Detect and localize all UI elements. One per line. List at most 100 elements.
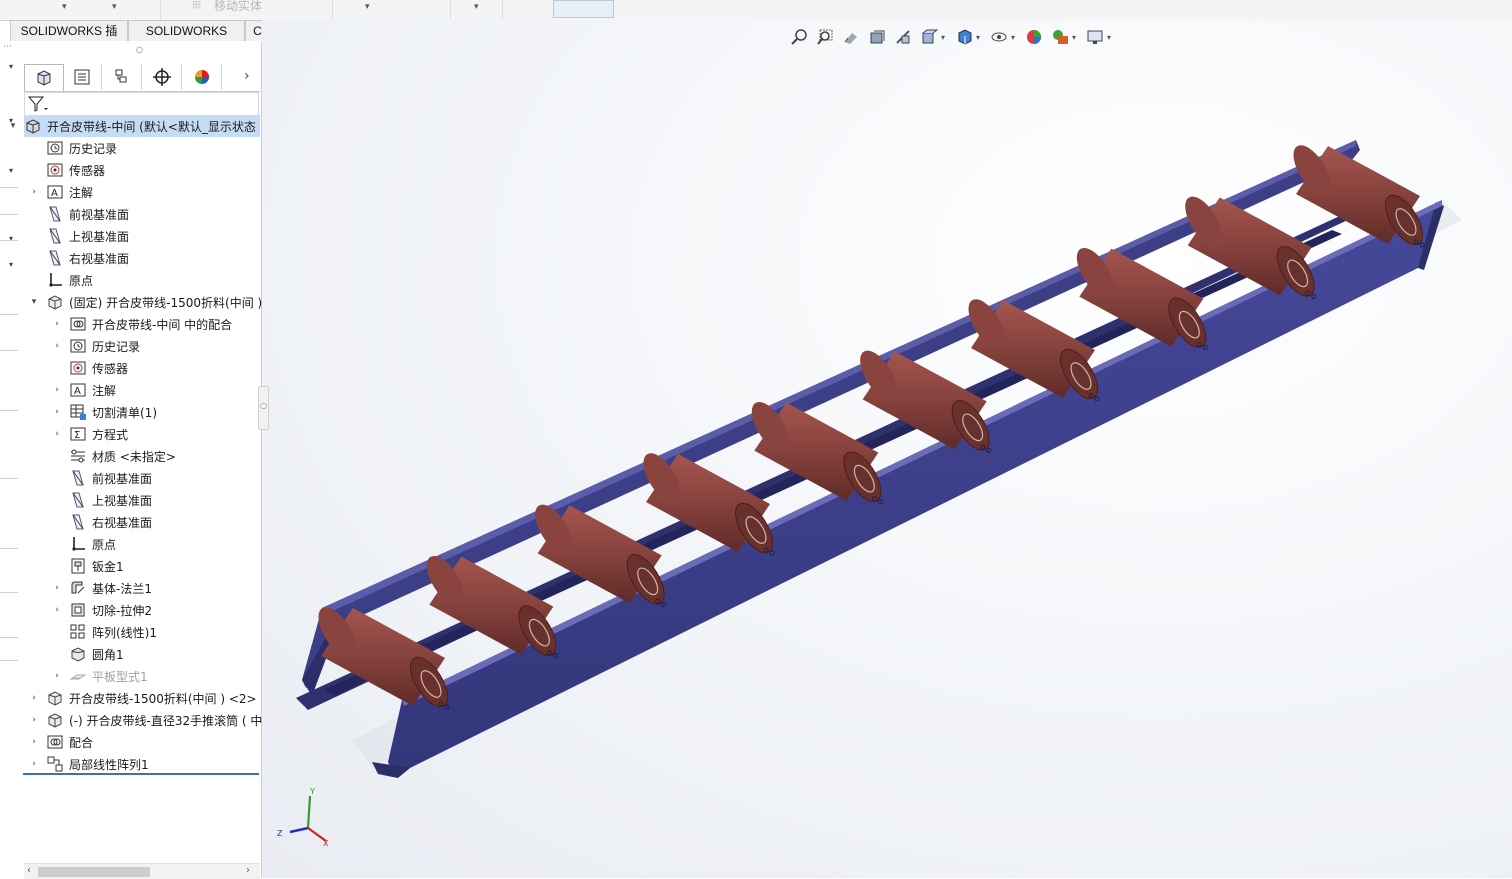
tree-root-assembly[interactable]: ▾ 开合皮带线-中间 (默认<默认_显示状态 (11, 115, 260, 137)
tree-item-part-sensors[interactable]: 传感器 (69, 357, 128, 379)
tree-item-mates-in-assembly[interactable]: › 开合皮带线-中间 中的配合 (55, 313, 232, 335)
horizontal-scrollbar[interactable]: ‹ › (24, 863, 260, 879)
tree-item-material[interactable]: 材质 <未指定> (69, 445, 176, 467)
tree-item-label: 钣金1 (92, 559, 124, 574)
tree-item-label: 阵列(线性)1 (92, 625, 157, 640)
tree-item-local-linear-pattern[interactable]: › 局部线性阵列1 (32, 753, 149, 775)
tree-item-cut-list[interactable]: › 切割清单(1) (55, 401, 157, 423)
tab-featuremanager[interactable] (24, 64, 64, 91)
tree-item-part-1500-instance-2[interactable]: › 开合皮带线-1500折料(中间 ) <2> (32, 687, 257, 709)
expand-arrow-icon[interactable]: › (52, 385, 62, 395)
tree-filter[interactable] (24, 92, 259, 116)
dropdown-caret-icon[interactable]: ▾ (112, 2, 117, 12)
tree-item-base-flange[interactable]: › 基体-法兰1 (55, 577, 152, 599)
tab-solidworks-mbd[interactable]: SOLIDWORKS MBD (128, 20, 245, 59)
dropdown-caret-icon[interactable]: ▾ (365, 2, 370, 12)
conveyor-model[interactable] (262, 20, 1512, 878)
coordinate-triad: Y X Z (277, 787, 329, 848)
collapse-arrow-icon[interactable]: ▾ (29, 297, 39, 307)
view-settings-icon[interactable] (1084, 27, 1106, 47)
tree-item-top-plane[interactable]: 上视基准面 (46, 225, 129, 247)
dropdown-caret-icon[interactable]: ▾ (62, 2, 67, 12)
tree-item-history[interactable]: 历史记录 (46, 137, 117, 159)
dropdown-caret-icon[interactable]: ▾ (1011, 33, 1019, 42)
edit-appearance-icon[interactable] (1023, 27, 1045, 47)
tree-item-fixed-part-1500[interactable]: ▾ (固定) 开合皮带线-1500折料(中间 ) (32, 291, 262, 313)
display-style-icon[interactable] (953, 27, 975, 47)
expand-arrow-icon[interactable]: ▾ (9, 234, 13, 243)
plane-icon (46, 205, 64, 223)
hide-show-items-icon[interactable] (988, 27, 1010, 47)
expand-arrow-icon[interactable]: › (52, 429, 62, 439)
collapse-arrow-icon[interactable]: ▾ (8, 121, 18, 131)
dropdown-caret-icon[interactable]: ▾ (976, 33, 984, 42)
tree-item-part-front-plane[interactable]: 前视基准面 (69, 467, 152, 489)
tab-propertymanager[interactable] (63, 64, 102, 90)
tree-item-fillet[interactable]: 圆角1 (69, 643, 124, 665)
tree-item-part-history[interactable]: › 历史记录 (55, 335, 140, 357)
tree-item-label: 平板型式1 (92, 669, 148, 684)
tree-item-linear-pattern[interactable]: 阵列(线性)1 (69, 621, 157, 643)
graphics-area[interactable]: ▾ ▾ ▾ ▾ ▾ Y X Z (262, 20, 1512, 878)
expand-arrow-icon[interactable]: › (52, 605, 62, 615)
tree-item-equations[interactable]: › Σ 方程式 (55, 423, 128, 445)
tree-item-mates[interactable]: › 配合 (32, 731, 93, 753)
tab-dimxpert[interactable] (143, 64, 182, 90)
dropdown-caret-icon[interactable]: ▾ (941, 33, 949, 42)
expand-arrow-icon[interactable]: › (29, 693, 39, 703)
expand-arrow-icon[interactable]: › (52, 319, 62, 329)
rollback-bar[interactable] (23, 773, 259, 775)
tree-item-roller-subassembly[interactable]: › (-) 开合皮带线-直径32手推滚筒 ( 中 (32, 709, 262, 731)
tab-displaymanager[interactable] (183, 64, 222, 90)
tree-item-cut-extrude[interactable]: › 切除-拉伸2 (55, 599, 152, 621)
tree-item-origin[interactable]: 原点 (46, 269, 93, 291)
expand-arrow-icon[interactable]: › (29, 759, 39, 769)
tree-item-sheet-metal[interactable]: 钣金1 (69, 555, 124, 577)
fillet-icon (69, 645, 87, 663)
scroll-left-icon[interactable]: ‹ (27, 865, 31, 876)
axis-z-label: Z (277, 829, 283, 838)
part-icon (46, 689, 64, 707)
expand-arrow-icon[interactable]: › (29, 737, 39, 747)
tree-item-right-plane[interactable]: 右视基准面 (46, 247, 129, 269)
section-view-icon[interactable] (866, 27, 888, 47)
tree-item-annotations[interactable]: › A 注解 (32, 181, 93, 203)
apply-scene-icon[interactable] (1049, 27, 1071, 47)
tab-configurationmanager[interactable] (103, 64, 142, 90)
ribbon-selected-box[interactable] (553, 0, 614, 18)
dynamic-annotation-icon[interactable] (892, 27, 914, 47)
dropdown-caret-icon[interactable]: ▾ (1107, 33, 1115, 42)
tree-item-flat-pattern[interactable]: › 平板型式1 (55, 665, 148, 687)
panel-grip-icon[interactable]: ○ (136, 45, 143, 54)
scrollbar-thumb[interactable] (38, 867, 150, 877)
expand-arrow-icon[interactable]: ▾ (9, 62, 13, 71)
zoom-to-area-icon[interactable] (814, 27, 836, 47)
dropdown-caret-icon[interactable]: ▾ (1072, 33, 1080, 42)
chevron-right-icon[interactable]: › (244, 68, 250, 84)
tree-item-part-top-plane[interactable]: 上视基准面 (69, 489, 152, 511)
expand-arrow-icon[interactable]: › (29, 187, 39, 197)
heads-up-toolbar: ▾ ▾ ▾ ▾ ▾ (788, 26, 1115, 48)
dropdown-caret-icon[interactable]: ▾ (474, 2, 479, 12)
tree-item-part-annotations[interactable]: › A 注解 (55, 379, 116, 401)
tab-solidworks-addins[interactable]: SOLIDWORKS 插件 (10, 20, 128, 59)
tree-item-sensors[interactable]: 传感器 (46, 159, 105, 181)
expand-arrow-icon[interactable]: › (52, 671, 62, 681)
view-orientation-icon[interactable] (918, 27, 940, 47)
tree-item-part-right-plane[interactable]: 右视基准面 (69, 511, 152, 533)
plane-icon (69, 469, 87, 487)
expand-arrow-icon[interactable]: ▾ (9, 260, 13, 269)
previous-view-icon[interactable] (840, 27, 862, 47)
zoom-to-fit-icon[interactable] (788, 27, 810, 47)
expand-arrow-icon[interactable]: › (29, 715, 39, 725)
expand-arrow-icon[interactable]: ▾ (9, 166, 13, 175)
expand-arrow-icon[interactable]: › (52, 583, 62, 593)
expand-arrow-icon[interactable]: › (52, 407, 62, 417)
panel-splitter[interactable]: ○ (258, 386, 269, 430)
move-body-button[interactable]: 移动实体 (214, 0, 262, 14)
tree-item-part-origin[interactable]: 原点 (69, 533, 116, 555)
move-body-icon: ⊞ (192, 0, 202, 11)
expand-arrow-icon[interactable]: › (52, 341, 62, 351)
tree-item-front-plane[interactable]: 前视基准面 (46, 203, 129, 225)
scroll-right-icon[interactable]: › (246, 865, 250, 876)
